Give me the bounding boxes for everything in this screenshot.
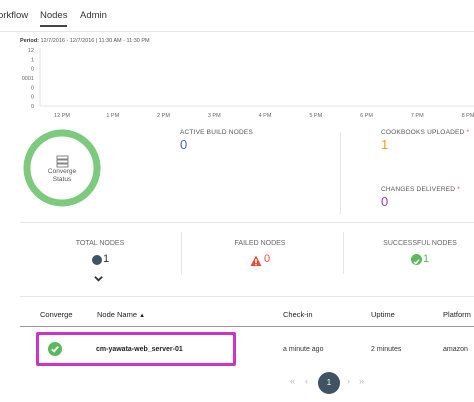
- node-platform: amazon: [443, 346, 468, 353]
- y-tick-label: 0: [31, 104, 34, 110]
- x-tick-label: 2 PM: [157, 113, 170, 119]
- x-axis-labels: 12 PM 1 PM 2 PM 3 PM 4 PM 5 PM 6 PM 7 PM 8 PM: [54, 113, 474, 119]
- column-header-platform[interactable]: Platform: [443, 310, 471, 319]
- tab-workflow[interactable]: orkflow: [0, 10, 28, 21]
- y-tick-label: 12: [28, 48, 34, 54]
- next-page-button[interactable]: ›: [347, 376, 350, 386]
- x-tick-label: 7 PM: [411, 113, 424, 119]
- cookbooks-uploaded-value: 1: [381, 137, 389, 152]
- first-page-button[interactable]: «: [290, 376, 295, 386]
- last-page-button[interactable]: »: [359, 376, 364, 386]
- summary-top-divider: [20, 222, 474, 223]
- column-header-uptime[interactable]: Uptime: [371, 310, 395, 319]
- total-nodes-value: 1: [103, 253, 110, 265]
- expand-chevron-icon[interactable]: [94, 270, 103, 282]
- summary-divider-1: [181, 232, 182, 274]
- summary-divider-2: [343, 232, 344, 274]
- y-tick-label: 0: [31, 67, 34, 73]
- total-nodes-dot-icon: [92, 255, 102, 265]
- converge-status-ring[interactable]: Converge Status: [22, 128, 102, 208]
- y-tick-label: 0001: [22, 76, 34, 82]
- y-tick-label: 1: [31, 57, 34, 63]
- cookbooks-asterisk: *: [466, 129, 470, 136]
- x-tick-label: 5 PM: [309, 113, 322, 119]
- converge-history-chart: 12 1 0 0001 0 0 0 12 PM 1 PM 2 PM 3 PM 4 PM 5 PM 6 P…: [22, 48, 474, 119]
- node-row-highlight: [36, 332, 236, 366]
- table-top-divider: [20, 296, 474, 297]
- column-header-converge[interactable]: Converge: [40, 310, 73, 319]
- cookbooks-uploaded-label: COOKBOOKS UPLOADED *: [381, 129, 469, 136]
- prev-page-button[interactable]: ‹: [305, 376, 308, 386]
- node-checkin: a minute ago: [283, 346, 324, 353]
- failed-nodes-value: 0: [264, 253, 271, 265]
- column-header-checkin[interactable]: Check-in: [283, 310, 313, 319]
- stats-divider: [340, 132, 341, 214]
- column-header-node-name[interactable]: Node Name ▲: [97, 310, 145, 319]
- page-1-button[interactable]: 1: [318, 372, 340, 394]
- y-axis-labels: 12 1 0 0001 0 0 0: [22, 48, 34, 110]
- active-build-value: 0: [180, 137, 188, 152]
- active-build-label: ACTIVE BUILD NODES: [180, 129, 253, 136]
- sort-ascending-icon: ▲: [139, 313, 146, 319]
- x-tick-label: 8 PM: [462, 113, 474, 119]
- changes-asterisk: *: [457, 186, 460, 193]
- tab-nodes[interactable]: Nodes: [40, 10, 68, 27]
- y-tick-label: 0: [31, 95, 34, 101]
- total-nodes-label: TOTAL NODES: [75, 240, 125, 247]
- status-label: Status: [52, 176, 72, 183]
- x-tick-label: 6 PM: [360, 113, 373, 119]
- x-tick-label: 3 PM: [208, 113, 221, 119]
- changes-delivered-value: 0: [381, 194, 389, 209]
- table-header-divider: [20, 326, 474, 327]
- warning-icon: [250, 254, 262, 266]
- top-navigation: orkflow Nodes Admin: [0, 0, 474, 32]
- node-uptime: 2 minutes: [371, 346, 402, 353]
- converge-label: Converge: [47, 168, 77, 175]
- cookbooks-text: COOKBOOKS UPLOADED: [381, 129, 465, 136]
- failed-nodes-label: FAILED NODES: [234, 240, 286, 247]
- x-tick-label: 12 PM: [54, 113, 70, 119]
- x-tick-label: 1 PM: [106, 113, 119, 119]
- successful-nodes-label: SUCCESSFUL NODES: [383, 240, 457, 247]
- server-icon: [56, 155, 69, 168]
- successful-nodes-value: 1: [423, 253, 430, 265]
- changes-delivered-label: CHANGES DELIVERED *: [381, 186, 460, 193]
- y-tick-label: 0: [31, 85, 34, 91]
- node-name-header-label: Node Name: [97, 310, 138, 319]
- tab-admin[interactable]: Admin: [80, 10, 107, 21]
- x-tick-label: 4 PM: [259, 113, 272, 119]
- changes-text: CHANGES DELIVERED: [381, 186, 456, 193]
- success-check-icon: [411, 254, 422, 265]
